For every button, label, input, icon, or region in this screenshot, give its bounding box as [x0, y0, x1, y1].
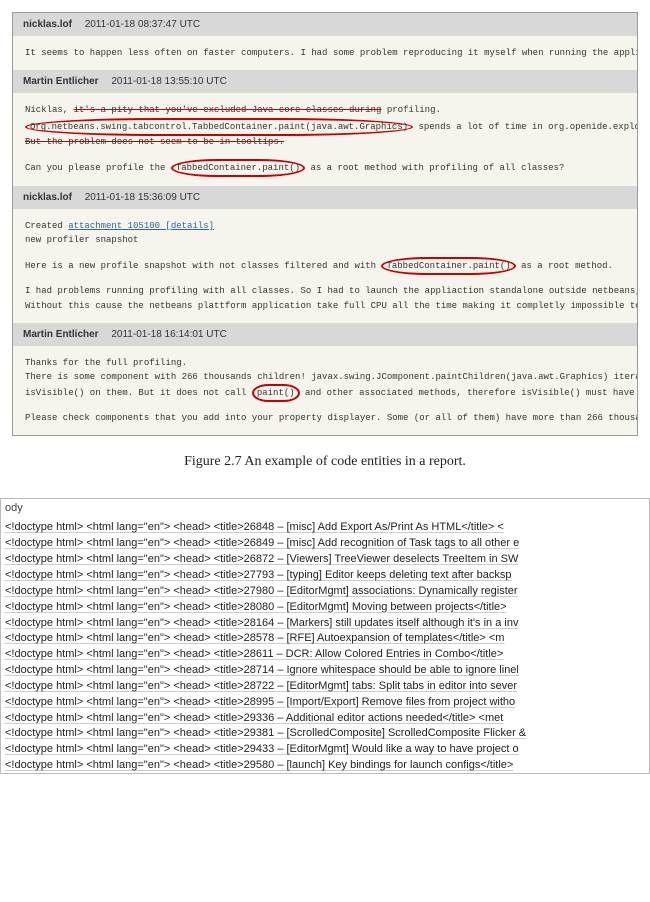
code-row: <!doctype html> <html lang="en"> <head> …: [1, 615, 649, 631]
comment-body: It seems to happen less often on faster …: [13, 36, 637, 70]
code-row: <!doctype html> <html lang="en"> <head> …: [1, 662, 649, 678]
comment-header: Martin Entlicher 2011-01-18 16:14:01 UTC: [13, 323, 637, 346]
attachment-link[interactable]: attachment 105100 [details]: [68, 221, 214, 231]
code-row: <!doctype html> <html lang="en"> <head> …: [1, 630, 649, 646]
code-row: <!doctype html> <html lang="en"> <head> …: [1, 519, 649, 535]
code-row: <!doctype html> <html lang="en"> <head> …: [1, 535, 649, 551]
comment-text: Without this cause the netbeans plattfor…: [25, 299, 625, 313]
comment-time: 2011-01-18 15:36:09 UTC: [85, 192, 200, 203]
code-row: <!doctype html> <html lang="en"> <head> …: [1, 567, 649, 583]
code-row: <!doctype html> <html lang="en"> <head> …: [1, 551, 649, 567]
code-entity-circled: Org.netbeans.swing.tabcontrol.TabbedCont…: [25, 118, 413, 136]
code-row: <!doctype html> <html lang="en"> <head> …: [1, 599, 649, 615]
comment-text: new profiler snapshot: [25, 233, 625, 247]
comment-text: spends a lot of time in org.openide.expl…: [413, 122, 637, 132]
code-listing-box: ody <!doctype html> <html lang="en"> <he…: [0, 498, 650, 774]
listing-rows: <!doctype html> <html lang="en"> <head> …: [1, 519, 649, 773]
code-row: <!doctype html> <html lang="en"> <head> …: [1, 583, 649, 599]
figure-caption: Figure 2.7 An example of code entities i…: [0, 454, 650, 470]
comment-text: But the problem does not seem to be in t…: [25, 135, 625, 149]
comment-author: nicklas.lof: [23, 19, 72, 30]
code-row: <!doctype html> <html lang="en"> <head> …: [1, 694, 649, 710]
comment-text: I had problems running profiling with al…: [25, 284, 625, 298]
comment-text: There is some component with 266 thousan…: [25, 370, 625, 384]
bug-report-screenshot: nicklas.lof 2011-01-18 08:37:47 UTC It s…: [12, 12, 638, 436]
listing-corner-label: ody: [1, 499, 649, 519]
comment-text: Thanks for the full profiling.: [25, 356, 625, 370]
code-row: <!doctype html> <html lang="en"> <head> …: [1, 725, 649, 741]
comment-body: Thanks for the full profiling. There is …: [13, 346, 637, 436]
comment-header: nicklas.lof 2011-01-18 15:36:09 UTC: [13, 186, 637, 209]
comment-author: Martin Entlicher: [23, 329, 99, 340]
comment-text: Here is a new profile snapshot with not …: [25, 261, 381, 271]
comment-text: isVisible() on them. But it does not cal…: [25, 388, 252, 398]
comment-time: 2011-01-18 13:55:10 UTC: [111, 76, 226, 87]
comment-text: Please check components that you add int…: [25, 411, 625, 425]
code-row: <!doctype html> <html lang="en"> <head> …: [1, 757, 649, 773]
comment-header: Martin Entlicher 2011-01-18 13:55:10 UTC: [13, 70, 637, 93]
comment-text: profiling.: [381, 105, 440, 115]
comment-text: Can you please profile the: [25, 163, 171, 173]
comment-body: Nicklas, it's a pity that you've exclude…: [13, 93, 637, 186]
comment-author: Martin Entlicher: [23, 76, 99, 87]
comment-text: Created: [25, 221, 68, 231]
comment-text: It seems to happen less often on faster …: [25, 48, 637, 58]
code-row: <!doctype html> <html lang="en"> <head> …: [1, 741, 649, 757]
code-row: <!doctype html> <html lang="en"> <head> …: [1, 646, 649, 662]
comment-body: Created attachment 105100 [details] new …: [13, 209, 637, 323]
comment-time: 2011-01-18 16:14:01 UTC: [111, 329, 226, 340]
code-row: <!doctype html> <html lang="en"> <head> …: [1, 710, 649, 726]
code-row: <!doctype html> <html lang="en"> <head> …: [1, 678, 649, 694]
comment-text: it's a pity that you've excluded Java co…: [74, 105, 382, 115]
comment-text: and other associated methods, therefore …: [300, 388, 637, 398]
comment-text: as a root method with profiling of all c…: [305, 163, 564, 173]
comment-header: nicklas.lof 2011-01-18 08:37:47 UTC: [13, 13, 637, 36]
code-entity-circled: paint(): [252, 384, 300, 402]
comment-text: Nicklas,: [25, 105, 74, 115]
comment-time: 2011-01-18 08:37:47 UTC: [85, 19, 200, 30]
comment-author: nicklas.lof: [23, 192, 72, 203]
code-entity-circled: TabbedContainer.paint(): [381, 257, 515, 275]
comment-text: as a root method.: [516, 261, 613, 271]
code-entity-circled: TabbedContainer.paint(): [171, 159, 305, 177]
